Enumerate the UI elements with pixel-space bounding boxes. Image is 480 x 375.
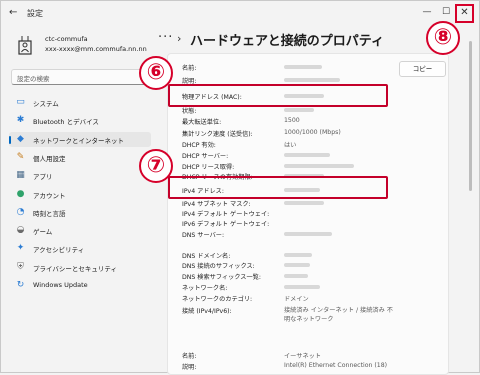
marker-seven: ⑦ xyxy=(139,149,173,183)
sidebar-item-label: アカウント xyxy=(33,191,66,200)
property-label: 状態: xyxy=(182,108,197,115)
avatar[interactable] xyxy=(15,35,35,55)
copy-button[interactable]: コピー xyxy=(399,61,446,77)
sidebar-item-label: システム xyxy=(33,100,59,108)
sidebar-item[interactable]: ◆ ネットワークとインターネット xyxy=(9,131,151,147)
property-value: はい xyxy=(284,142,297,149)
sidebar-item-label: プライバシーとセキュリティ xyxy=(33,264,117,273)
property-label: 名前: xyxy=(182,353,197,360)
redacted-value xyxy=(284,263,310,267)
sidebar-item-label: Windows Update xyxy=(33,281,88,289)
property-label: DNS サーバー: xyxy=(182,232,225,239)
property-label: 名前: xyxy=(182,65,197,72)
sidebar-item[interactable]: ◒ ゲーム xyxy=(9,223,151,238)
property-label: DHCP 有効: xyxy=(182,142,216,149)
sidebar-item-label: ゲーム xyxy=(33,228,53,237)
breadcrumb-overflow[interactable]: ··· xyxy=(158,30,173,45)
page-title: ハードウェアと接続のプロパティ xyxy=(190,34,384,49)
wifi-icon: ◆ xyxy=(17,133,24,144)
sidebar-item[interactable]: ✎ 個人用設定 xyxy=(9,150,151,165)
sidebar-item[interactable]: ◔ 時刻と言語 xyxy=(9,205,151,220)
bluetooth-icon: ✱ xyxy=(16,115,25,126)
property-value: 1500 xyxy=(284,117,300,124)
property-value: Intel(R) Ethernet Connection (18) xyxy=(284,362,388,369)
sidebar-item[interactable]: ✱ Bluetooth とデバイス xyxy=(9,113,151,128)
sidebar-item-label: アプリ xyxy=(33,173,53,182)
maximize-button[interactable]: ☐ xyxy=(438,4,454,20)
property-label: IPv4 デフォルト ゲートウェイ: xyxy=(182,211,270,218)
property-value: イーサネット xyxy=(284,353,322,360)
redacted-value xyxy=(284,232,332,236)
sidebar-item-label: ネットワークとインターネット xyxy=(33,136,124,145)
sidebar-item[interactable]: ⛨ プライバシーとセキュリティ xyxy=(9,260,151,275)
window-title: 設定 xyxy=(27,9,43,18)
property-label: IPv6 デフォルト ゲートウェイ: xyxy=(182,221,270,228)
property-label: 説明: xyxy=(182,364,197,371)
accessibility-icon: ✦ xyxy=(16,243,25,254)
mac-address-highlight xyxy=(168,84,388,107)
redacted-value xyxy=(284,78,340,82)
scrollbar-thumb[interactable] xyxy=(469,41,472,191)
property-label: DHCP サーバー: xyxy=(182,153,229,160)
redacted-value xyxy=(284,65,322,69)
sidebar-item-label: Bluetooth とデバイス xyxy=(33,118,99,127)
property-label: DNS ドメイン名: xyxy=(182,253,231,260)
minimize-button[interactable]: — xyxy=(419,4,435,20)
property-label: 接続 (IPv4/IPv6): xyxy=(182,308,232,315)
clock-globe-icon: ◔ xyxy=(16,206,25,217)
sidebar-item[interactable]: ▦ アプリ xyxy=(9,168,151,183)
redacted-value xyxy=(284,285,320,289)
back-arrow-icon[interactable]: ← xyxy=(9,7,17,18)
redacted-value xyxy=(284,164,354,168)
sidebar-item-label: 個人用設定 xyxy=(33,154,66,163)
redacted-value xyxy=(284,153,330,157)
brush-icon: ✎ xyxy=(16,151,25,162)
apps-icon: ▦ xyxy=(16,170,25,181)
sidebar-item[interactable]: ✦ アクセシビリティ xyxy=(9,241,151,256)
close-button[interactable]: ✕ xyxy=(455,4,474,23)
person-icon xyxy=(18,36,32,55)
title-bar: ← 設定 — ☐ ✕ xyxy=(1,1,479,27)
redacted-value xyxy=(284,274,308,278)
shield-icon: ⛨ xyxy=(17,261,24,272)
sidebar-item-label: 時刻と言語 xyxy=(33,209,66,218)
property-value: ドメイン xyxy=(284,296,309,303)
property-label: DHCP リース取得: xyxy=(182,164,235,171)
marker-six: ⑥ xyxy=(139,56,173,90)
sidebar-item[interactable]: ▭ システム xyxy=(9,95,151,110)
property-value: 1000/1000 (Mbps) xyxy=(284,129,341,136)
chevron-right-icon: › xyxy=(177,32,182,45)
property-label: IPv4 サブネット マスク: xyxy=(182,201,251,208)
redacted-value xyxy=(284,253,312,257)
property-label: ネットワークのカテゴリ: xyxy=(182,296,253,303)
sidebar-item-label: アクセシビリティ xyxy=(33,246,85,255)
user-name: ctc-commufa xyxy=(45,35,88,43)
gamepad-icon: ◒ xyxy=(16,225,25,236)
search-input[interactable]: 設定の検索 ⌕ xyxy=(11,69,151,85)
update-icon: ↻ xyxy=(16,280,25,290)
property-label: ネットワーク名: xyxy=(182,285,228,292)
property-label: DNS 検索サフィックス一覧: xyxy=(182,274,261,281)
property-label: DNS 接続のサフィックス: xyxy=(182,263,255,270)
property-label: 最大転送単位: xyxy=(182,119,222,126)
settings-window: ← 設定 — ☐ ✕ ctc-commufa xxx-xxxx@mm.commu… xyxy=(0,0,480,375)
user-email: xxx-xxxx@mm.commufa.nn.nn xyxy=(45,45,147,53)
search-placeholder: 設定の検索 xyxy=(17,75,50,83)
property-value: 接続済み インターネット / 接続済み 不明なネットワーク xyxy=(284,307,393,323)
sidebar-item[interactable]: ↻ Windows Update xyxy=(9,278,151,293)
person-icon: ● xyxy=(16,188,25,199)
marker-eight: ⑧ xyxy=(426,21,460,55)
ipv4-address-highlight xyxy=(168,176,388,199)
monitor-icon: ▭ xyxy=(16,97,25,107)
redacted-value xyxy=(284,108,314,112)
sidebar-item[interactable]: ● アカウント xyxy=(9,187,151,202)
redacted-value xyxy=(284,201,324,205)
property-label: 集計リンク速度 (送受信): xyxy=(182,131,253,138)
